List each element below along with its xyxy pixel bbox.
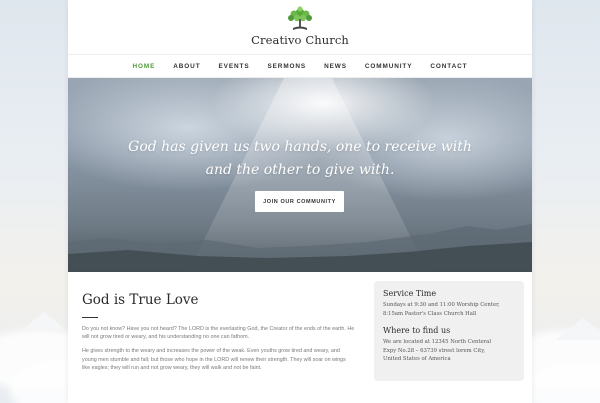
location-line-2: Expy No.28 – 63739 street lorem City, [383, 347, 486, 354]
article-paragraph-2: He gives strength to the weary and incre… [82, 347, 368, 372]
main-nav: HOME ABOUT EVENTS SERMONS NEWS COMMUNITY… [68, 54, 532, 78]
mountain-silhouette [68, 224, 532, 272]
nav-item-events[interactable]: EVENTS [210, 63, 259, 70]
service-time-heading: Service Time [383, 289, 437, 298]
nav-item-contact[interactable]: CONTACT [421, 63, 476, 70]
content-area: God is True Love Do you not know? Have y… [68, 272, 532, 403]
nav-item-about[interactable]: ABOUT [164, 63, 209, 70]
join-community-button[interactable]: JOIN OUR COMMUNITY [255, 191, 344, 212]
tree-logo-icon[interactable] [283, 6, 317, 32]
site-header: Creativo Church [68, 0, 532, 54]
nav-item-community[interactable]: COMMUNITY [356, 63, 422, 70]
hero-quote-line-1: God has given us two hands, one to recei… [128, 139, 472, 155]
location-line-1: We are located at 12345 North Centeral [383, 339, 492, 346]
nav-item-sermons[interactable]: SERMONS [258, 63, 315, 70]
location-heading: Where to find us [383, 326, 451, 336]
service-line-2: 8:15am Pastor's Class Church Hall [383, 310, 477, 317]
service-line-1: Sundays at 9:30 and 11:00 Worship Center… [383, 302, 500, 308]
paragraph-2-line-3: like eagles; they will run and not grow … [82, 364, 262, 371]
site-title[interactable]: Creativo Church [68, 33, 532, 47]
nav-item-home[interactable]: HOME [124, 63, 165, 70]
paragraph-1-line-2: will not grow tired or weary, and his un… [82, 334, 250, 341]
location-line-3: United States of America [383, 356, 451, 363]
hero-quote-line-2: and the other to give with. [205, 162, 395, 178]
nav-item-news[interactable]: NEWS [315, 63, 356, 70]
paragraph-2-line-1: He gives strength to the weary and incre… [82, 348, 340, 355]
heading-divider [82, 317, 98, 318]
page-container: Creativo Church HOME ABOUT EVENTS SERMON… [68, 0, 532, 403]
article-heading: God is True Love [82, 292, 199, 308]
main-article: God is True Love Do you not know? Have y… [82, 292, 368, 378]
service-time-text: Sundays at 9:30 and 11:00 Worship Center… [383, 301, 516, 318]
hero-quote: God has given us two hands, one to recei… [68, 136, 532, 182]
location-text: We are located at 12345 North Centeral E… [383, 338, 516, 364]
paragraph-2-line-2: young men stumble and fall; but those wh… [82, 356, 346, 363]
hero-banner: God has given us two hands, one to recei… [68, 78, 532, 272]
info-sidebar: Service Time Sundays at 9:30 and 11:00 W… [374, 281, 524, 381]
article-paragraph-1: Do you not know? Have you not heard? The… [82, 325, 368, 341]
paragraph-1-line-1: Do you not know? Have you not heard? The… [82, 326, 355, 332]
